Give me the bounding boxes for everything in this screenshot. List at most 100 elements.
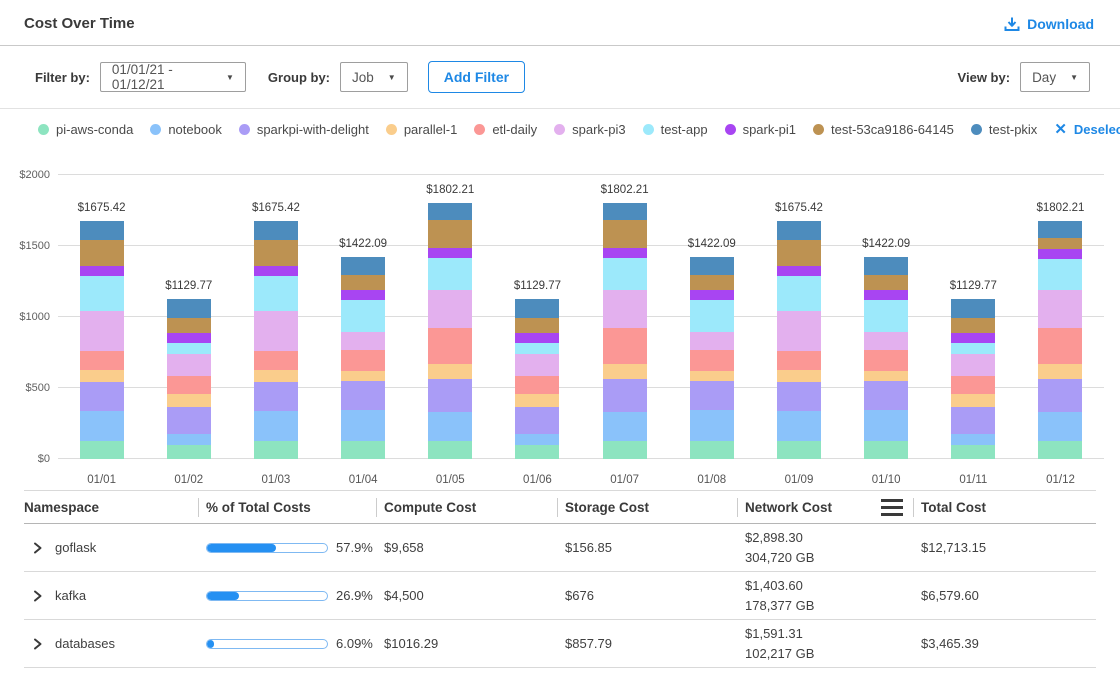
bar-segment-test-pkix[interactable]	[428, 203, 472, 220]
bar-segment-notebook[interactable]	[777, 411, 821, 440]
bar-segment-pi-aws-conda[interactable]	[254, 441, 298, 459]
bar-segment-test-pkix[interactable]	[167, 299, 211, 318]
legend-item-notebook[interactable]: notebook	[150, 122, 222, 137]
bar-segment-test-app[interactable]	[777, 276, 821, 311]
bar-segment-etl-daily[interactable]	[864, 350, 908, 371]
column-menu-icon[interactable]	[881, 499, 903, 516]
bar-segment-test-pkix[interactable]	[777, 221, 821, 240]
legend-item-test-app[interactable]: test-app	[643, 122, 708, 137]
bar-segment-notebook[interactable]	[951, 434, 995, 445]
bar-segment-test-app[interactable]	[864, 300, 908, 331]
bar-segment-etl-daily[interactable]	[428, 328, 472, 365]
expand-row-button[interactable]	[32, 638, 43, 650]
bar-segment-sparkpi-with-delight[interactable]	[864, 381, 908, 410]
bar-segment-test-app[interactable]	[80, 276, 124, 311]
bar-segment-sparkpi-with-delight[interactable]	[167, 407, 211, 434]
column-header-network-cost[interactable]: Network Cost	[737, 491, 913, 523]
bar-segment-parallel-1[interactable]	[951, 394, 995, 406]
legend-item-test-pkix[interactable]: test-pkix	[971, 122, 1037, 137]
bar-segment-sparkpi-with-delight[interactable]	[254, 382, 298, 411]
column-header-storage-cost[interactable]: Storage Cost	[557, 491, 737, 523]
view-by-select[interactable]: Day ▼	[1020, 62, 1090, 92]
bar-segment-test-app[interactable]	[167, 343, 211, 354]
bar-segment-spark-pi1[interactable]	[864, 290, 908, 300]
bar-segment-test-app[interactable]	[690, 300, 734, 331]
bar-segment-sparkpi-with-delight[interactable]	[603, 379, 647, 411]
legend-item-test-53ca9186-64145[interactable]: test-53ca9186-64145	[813, 122, 954, 137]
legend-item-spark-pi1[interactable]: spark-pi1	[725, 122, 796, 137]
bar-segment-test-pkix[interactable]	[341, 257, 385, 275]
bar-segment-pi-aws-conda[interactable]	[951, 445, 995, 459]
bar-segment-parallel-1[interactable]	[341, 371, 385, 381]
bar-segment-etl-daily[interactable]	[341, 350, 385, 371]
deselect-all-button[interactable]: ✕ Deselect All	[1054, 122, 1120, 137]
bar-segment-spark-pi3[interactable]	[603, 290, 647, 327]
bar-segment-spark-pi1[interactable]	[690, 290, 734, 300]
bar-segment-test-53ca9186-64145[interactable]	[167, 318, 211, 333]
bar-segment-etl-daily[interactable]	[951, 376, 995, 394]
bar-segment-parallel-1[interactable]	[167, 394, 211, 406]
bar-segment-sparkpi-with-delight[interactable]	[777, 382, 821, 411]
bar-segment-notebook[interactable]	[341, 410, 385, 441]
bar-segment-etl-daily[interactable]	[690, 350, 734, 371]
bar-segment-notebook[interactable]	[864, 410, 908, 441]
bar-segment-pi-aws-conda[interactable]	[603, 441, 647, 459]
bar-segment-test-pkix[interactable]	[603, 203, 647, 220]
bar-segment-spark-pi1[interactable]	[428, 248, 472, 258]
bar-segment-spark-pi1[interactable]	[167, 333, 211, 343]
bar-segment-spark-pi3[interactable]	[167, 354, 211, 376]
bar-segment-sparkpi-with-delight[interactable]	[80, 382, 124, 411]
bar-segment-test-app[interactable]	[1038, 259, 1082, 290]
bar-segment-pi-aws-conda[interactable]	[777, 441, 821, 459]
bar-segment-test-53ca9186-64145[interactable]	[690, 275, 734, 290]
bar-segment-notebook[interactable]	[515, 434, 559, 445]
bar-segment-etl-daily[interactable]	[167, 376, 211, 394]
bar-segment-test-app[interactable]	[515, 343, 559, 354]
bar-segment-test-53ca9186-64145[interactable]	[864, 275, 908, 290]
bar-segment-spark-pi3[interactable]	[428, 290, 472, 327]
column-header--of-total-costs[interactable]: % of Total Costs	[198, 491, 376, 523]
bar-segment-spark-pi1[interactable]	[254, 266, 298, 276]
column-header-compute-cost[interactable]: Compute Cost	[376, 491, 557, 523]
add-filter-button[interactable]: Add Filter	[428, 61, 525, 93]
bar-segment-spark-pi3[interactable]	[341, 332, 385, 350]
bar-segment-sparkpi-with-delight[interactable]	[341, 381, 385, 410]
legend-item-etl-daily[interactable]: etl-daily	[474, 122, 537, 137]
bar-segment-etl-daily[interactable]	[515, 376, 559, 394]
bar-segment-sparkpi-with-delight[interactable]	[690, 381, 734, 410]
bar-segment-test-app[interactable]	[603, 258, 647, 290]
bar-segment-sparkpi-with-delight[interactable]	[515, 407, 559, 434]
expand-row-button[interactable]	[32, 590, 43, 602]
expand-row-button[interactable]	[32, 542, 43, 554]
bar-segment-spark-pi3[interactable]	[864, 332, 908, 350]
bar-segment-pi-aws-conda[interactable]	[341, 441, 385, 459]
bar-segment-sparkpi-with-delight[interactable]	[1038, 379, 1082, 411]
bar-segment-test-pkix[interactable]	[1038, 221, 1082, 238]
download-button[interactable]: Download	[1004, 16, 1094, 32]
bar-segment-notebook[interactable]	[80, 411, 124, 440]
bar-segment-test-pkix[interactable]	[951, 299, 995, 318]
bar-segment-notebook[interactable]	[603, 412, 647, 441]
bar-segment-etl-daily[interactable]	[80, 351, 124, 370]
bar-segment-test-app[interactable]	[341, 300, 385, 331]
bar-segment-spark-pi3[interactable]	[1038, 290, 1082, 327]
legend-item-sparkpi-with-delight[interactable]: sparkpi-with-delight	[239, 122, 369, 137]
bar-segment-notebook[interactable]	[428, 412, 472, 441]
bar-segment-test-53ca9186-64145[interactable]	[777, 240, 821, 266]
bar-segment-test-app[interactable]	[951, 343, 995, 354]
bar-segment-pi-aws-conda[interactable]	[864, 441, 908, 459]
date-range-select[interactable]: 01/01/21 - 01/12/21 ▼	[100, 62, 246, 92]
bar-segment-spark-pi3[interactable]	[690, 332, 734, 350]
legend-item-pi-aws-conda[interactable]: pi-aws-conda	[38, 122, 133, 137]
bar-segment-etl-daily[interactable]	[1038, 328, 1082, 365]
bar-segment-parallel-1[interactable]	[515, 394, 559, 406]
column-header-namespace[interactable]: Namespace	[24, 491, 198, 523]
bar-segment-pi-aws-conda[interactable]	[515, 445, 559, 459]
bar-segment-sparkpi-with-delight[interactable]	[951, 407, 995, 434]
bar-segment-spark-pi1[interactable]	[515, 333, 559, 343]
bar-segment-test-app[interactable]	[254, 276, 298, 311]
bar-segment-notebook[interactable]	[690, 410, 734, 441]
bar-segment-test-app[interactable]	[428, 258, 472, 290]
bar-segment-etl-daily[interactable]	[603, 328, 647, 365]
bar-segment-parallel-1[interactable]	[690, 371, 734, 381]
